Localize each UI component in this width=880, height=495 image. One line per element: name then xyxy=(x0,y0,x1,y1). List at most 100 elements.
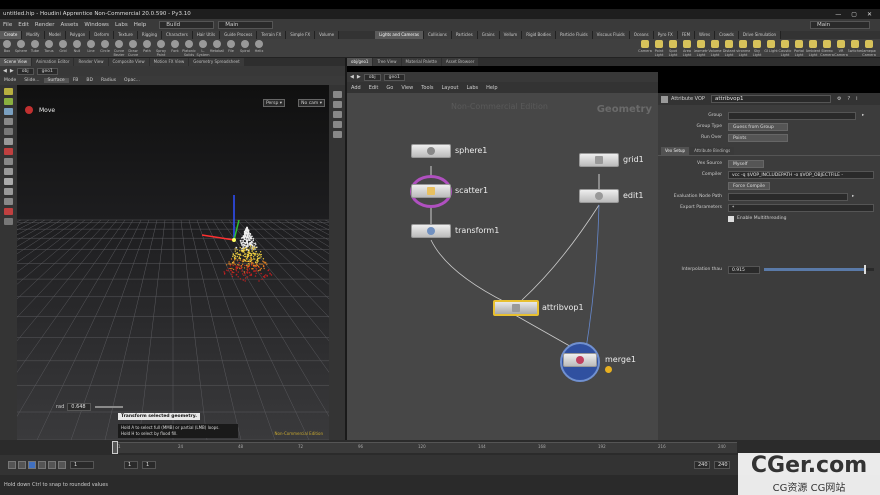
tool-torus[interactable]: Torus xyxy=(42,39,56,58)
tool-gi-light[interactable]: GI Light xyxy=(764,39,778,58)
shelf-tab-particles[interactable]: Particles xyxy=(451,31,478,39)
node-merge1[interactable] xyxy=(563,353,597,367)
tool-curve-bezier[interactable]: Curve Bezier xyxy=(112,39,126,58)
tool-helix[interactable]: Helix xyxy=(252,39,266,58)
shading-icon[interactable] xyxy=(333,111,342,118)
start-frame-field[interactable]: 1 xyxy=(124,461,138,469)
force-compile-button[interactable]: Force Compile xyxy=(728,181,771,190)
scale-tool-icon[interactable] xyxy=(4,118,13,125)
main-right-dropdown[interactable]: Main xyxy=(810,21,870,29)
tool-camera[interactable]: Camera xyxy=(638,39,652,58)
persp-dropdown[interactable]: Persp ▾ xyxy=(262,99,285,107)
net-forward-icon[interactable]: ▶ xyxy=(357,74,361,80)
snap-icon[interactable] xyxy=(4,158,13,165)
shelf-tab-rigid-bodies[interactable]: Rigid Bodies xyxy=(522,31,556,39)
tab-geometry-spreadsheet[interactable]: Geometry Spreadsheet xyxy=(189,58,244,66)
net-menu-layout[interactable]: Layout xyxy=(438,85,463,91)
menu-edit[interactable]: Edit xyxy=(15,22,32,28)
frame-field[interactable]: 1 xyxy=(70,461,94,469)
tool-spiral[interactable]: Spiral xyxy=(238,39,252,58)
path-obj[interactable]: obj xyxy=(16,67,34,75)
interp-field[interactable]: 0.915 xyxy=(728,265,760,274)
net-menu-help[interactable]: Help xyxy=(482,85,501,91)
net-back-icon[interactable]: ◀ xyxy=(347,74,357,80)
group-type-menu[interactable]: Guess from Group xyxy=(728,122,788,131)
multithread-checkbox[interactable] xyxy=(728,215,734,222)
goto-end-button[interactable] xyxy=(58,461,66,469)
opacity-option[interactable]: Opac... xyxy=(120,78,144,83)
surface-option[interactable]: Surface xyxy=(43,78,69,83)
network-editor[interactable]: Non-Commercial Edition Geometry sphere1 … xyxy=(347,93,658,440)
shelf-tab-vellum[interactable]: Vellum xyxy=(499,31,523,39)
view-icon[interactable] xyxy=(4,188,13,195)
net-path-obj[interactable]: obj xyxy=(363,73,381,81)
handle-tool-icon[interactable] xyxy=(4,128,13,135)
desktop-dropdown[interactable]: Build xyxy=(159,21,215,29)
tool-font[interactable]: Font xyxy=(168,39,182,58)
export-field[interactable]: * xyxy=(728,203,874,212)
tab-attribute-bindings[interactable]: Attribute Bindings xyxy=(690,146,735,155)
grid-icon[interactable] xyxy=(4,198,13,205)
step-forward-button[interactable] xyxy=(48,461,56,469)
tool-sky-light[interactable]: Sky Light xyxy=(750,39,764,58)
tool-environment-light[interactable]: Environment Light xyxy=(736,39,750,58)
gear-icon[interactable]: ⚙ xyxy=(837,96,841,102)
vex-source-menu[interactable]: Myself xyxy=(728,159,764,168)
node-sphere1[interactable] xyxy=(411,144,451,158)
tool-file[interactable]: File xyxy=(224,39,238,58)
tool-switcher[interactable]: Switcher xyxy=(848,39,862,58)
tool-gamepad-camera[interactable]: Gamepad Camera xyxy=(862,39,876,58)
shelf-tab-lights-and-cameras[interactable]: Lights and Cameras xyxy=(375,31,424,39)
node-grid1[interactable] xyxy=(579,153,619,167)
transform-handle[interactable] xyxy=(201,195,240,242)
net-menu-labs[interactable]: Labs xyxy=(463,85,483,91)
info-icon[interactable]: i xyxy=(856,96,857,102)
record-icon[interactable] xyxy=(4,148,13,155)
menu-file[interactable]: File xyxy=(0,22,15,28)
tab-render-view[interactable]: Render View xyxy=(74,58,108,66)
tool-portal-light[interactable]: Portal Light xyxy=(792,39,806,58)
tool-path[interactable]: Path xyxy=(140,39,154,58)
shelf-tab-collisions[interactable]: Collisions xyxy=(423,31,452,39)
tool-circle[interactable]: Circle xyxy=(98,39,112,58)
points-icon[interactable] xyxy=(333,131,342,138)
eval-path-select-icon[interactable]: ▸ xyxy=(852,194,854,199)
node-scatter1[interactable] xyxy=(411,184,451,198)
path-geo1[interactable]: geo1 xyxy=(36,67,58,75)
interp-slider-knob[interactable] xyxy=(863,265,866,274)
range-start-field[interactable]: 1 xyxy=(142,461,156,469)
tool-area-light[interactable]: Area Light xyxy=(680,39,694,58)
tool-box[interactable]: Box xyxy=(0,39,14,58)
tab-asset-browser[interactable]: Asset Browser xyxy=(441,58,479,66)
scene-viewport[interactable]: Move Persp ▾ No cam ▾ rad 0.648 Transfor… xyxy=(17,85,329,440)
node-attribvop1[interactable] xyxy=(493,300,539,316)
shelf-tab-simple-fx[interactable]: Simple FX xyxy=(286,31,316,39)
menu-windows[interactable]: Windows xyxy=(81,22,112,28)
warning-icon[interactable] xyxy=(605,366,612,373)
camera-dropdown[interactable]: No cam ▾ xyxy=(298,99,325,107)
node-transform1[interactable] xyxy=(411,224,451,238)
tab-motion-fx-view[interactable]: Motion FX View xyxy=(149,58,189,66)
forward-icon[interactable]: ▶ xyxy=(10,68,14,74)
rotate-tool-icon[interactable] xyxy=(4,108,13,115)
group-field[interactable] xyxy=(728,111,856,120)
tool-spray-paint[interactable]: Spray Paint xyxy=(154,39,168,58)
maximize-button[interactable]: ▢ xyxy=(851,11,857,18)
goto-start-button[interactable] xyxy=(8,461,16,469)
back-icon[interactable]: ◀ xyxy=(0,68,10,74)
render-icon[interactable] xyxy=(4,218,13,225)
tool-distant-light[interactable]: Distant Light xyxy=(722,39,736,58)
net-menu-edit[interactable]: Edit xyxy=(365,85,383,91)
shelf-tab-grains[interactable]: Grains xyxy=(477,31,500,39)
radius-field[interactable]: 0.648 xyxy=(67,403,92,411)
magnet-icon[interactable] xyxy=(4,208,13,215)
lighting-icon[interactable] xyxy=(333,101,342,108)
tab-vex-setup[interactable]: Vex Setup xyxy=(661,146,690,155)
brush-icon[interactable] xyxy=(4,168,13,175)
move-tool-icon[interactable] xyxy=(4,98,13,105)
tab-obj-geo1[interactable]: obj/geo1 xyxy=(347,58,373,66)
tool-sphere[interactable]: Sphere xyxy=(14,39,28,58)
pose-icon[interactable] xyxy=(4,178,13,185)
tab-composite-view[interactable]: Composite View xyxy=(108,58,149,66)
close-button[interactable]: ✕ xyxy=(867,11,872,18)
